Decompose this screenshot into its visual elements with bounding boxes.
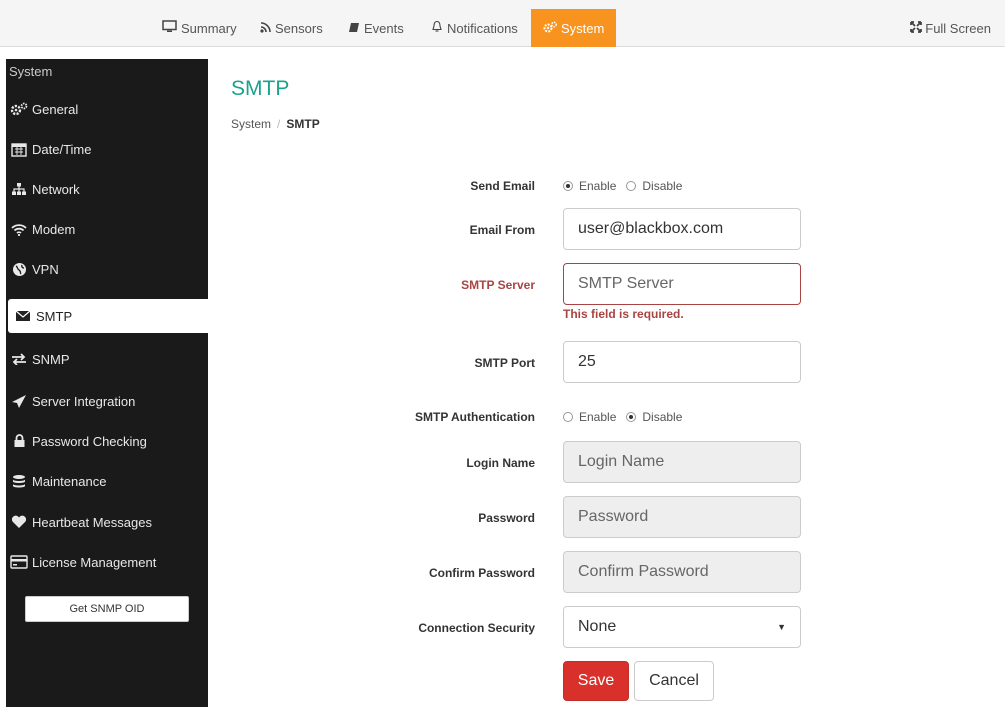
tab-label: Summary [181, 20, 237, 36]
smtp-authentication-radio-group: Enable Disable [563, 410, 692, 424]
expand-icon [910, 20, 923, 36]
send-email-radio-group: Enable Disable [563, 179, 692, 193]
connection-security-select[interactable]: None ▼ [563, 606, 801, 648]
tab-label: Events [364, 20, 404, 36]
sidebar-item-label: VPN [32, 261, 59, 277]
password-label: Password [478, 511, 535, 525]
breadcrumb-current: SMTP [286, 117, 320, 131]
sidebar-item-label: Network [32, 181, 80, 197]
tab-system[interactable]: System [531, 9, 617, 47]
tab-events[interactable]: Events [348, 9, 404, 47]
breadcrumb-parent[interactable]: System [231, 117, 271, 131]
email-from-input[interactable] [563, 208, 801, 250]
radio-label: Enable [579, 179, 617, 193]
top-navbar: Summary Sensors Events Notifications Sys… [0, 0, 1005, 47]
fullscreen-label: Full Screen [925, 20, 991, 36]
sidebar-item-label: SNMP [32, 351, 70, 367]
email-from-label: Email From [469, 223, 535, 237]
confirm-password-label: Confirm Password [428, 566, 535, 580]
breadcrumb: System / SMTP [231, 117, 320, 131]
sidebar-item-heartbeat-messages[interactable]: Heartbeat Messages [6, 505, 208, 539]
smtp-auth-disable-radio[interactable] [626, 412, 637, 422]
sidebar-item-modem[interactable]: Modem [6, 212, 208, 246]
send-email-disable-radio[interactable] [626, 181, 637, 191]
send-email-label: Send Email [470, 179, 535, 193]
sidebar-item-label: Date/Time [32, 141, 92, 157]
globe-icon [9, 262, 29, 277]
sidebar-item-label: General [32, 101, 79, 117]
sidebar-item-label: Maintenance [32, 473, 107, 489]
exchange-icon [9, 353, 29, 365]
caret-down-icon: ▼ [777, 622, 786, 632]
calendar-icon [9, 142, 29, 157]
tab-notifications[interactable]: Notifications [431, 9, 518, 47]
sidebar-item-password-checking[interactable]: Password Checking [6, 424, 208, 458]
sidebar: System General Date/Time Network Modem V… [6, 59, 208, 707]
radio-label: Enable [579, 410, 617, 424]
get-snmp-oid-button[interactable]: Get SNMP OID [25, 596, 189, 622]
connection-security-label: Connection Security [418, 621, 535, 635]
smtp-auth-enable-radio[interactable] [563, 412, 573, 422]
cancel-button[interactable]: Cancel [634, 661, 714, 701]
smtp-server-input[interactable] [563, 263, 801, 305]
sidebar-item-label: SMTP [36, 308, 73, 324]
database-icon [9, 474, 29, 489]
save-button[interactable]: Save [563, 661, 629, 701]
login-name-input[interactable] [563, 441, 801, 483]
password-input[interactable] [563, 496, 801, 538]
sidebar-title: System [9, 64, 53, 79]
credit-card-icon [9, 555, 29, 569]
breadcrumb-separator: / [277, 117, 281, 131]
sidebar-item-general[interactable]: General [6, 92, 208, 126]
smtp-port-label: SMTP Port [474, 356, 535, 370]
sidebar-item-label: License Management [32, 554, 157, 570]
sidebar-item-label: Server Integration [32, 393, 136, 409]
smtp-server-error-text: This field is required. [563, 307, 684, 321]
page-title: SMTP [231, 77, 290, 100]
monitor-icon [162, 20, 177, 36]
sidebar-item-snmp[interactable]: SNMP [6, 342, 208, 376]
sidebar-item-server-integration[interactable]: Server Integration [6, 384, 208, 418]
lock-icon [9, 434, 29, 448]
heart-icon [9, 515, 29, 529]
sidebar-item-label: Modem [32, 221, 76, 237]
tab-label: System [561, 20, 605, 36]
smtp-server-label: SMTP Server [461, 278, 535, 292]
rss-icon [260, 21, 271, 36]
sidebar-item-label: Heartbeat Messages [32, 514, 152, 530]
select-value: None [578, 618, 617, 635]
tab-label: Notifications [447, 20, 518, 36]
cogs-icon [9, 102, 29, 116]
radio-label: Disable [642, 410, 683, 424]
bell-icon [431, 20, 443, 36]
send-email-enable-radio[interactable] [563, 181, 573, 191]
radio-label: Disable [642, 179, 683, 193]
envelope-icon [13, 310, 33, 322]
wifi-icon [9, 223, 29, 236]
tab-sensors[interactable]: Sensors [260, 9, 323, 47]
sidebar-item-network[interactable]: Network [6, 172, 208, 206]
login-name-label: Login Name [466, 456, 535, 470]
tab-label: Sensors [275, 20, 323, 36]
sidebar-item-maintenance[interactable]: Maintenance [6, 464, 208, 498]
tab-summary[interactable]: Summary [162, 9, 237, 47]
paper-plane-icon [9, 394, 29, 409]
sidebar-item-vpn[interactable]: VPN [6, 252, 208, 286]
sidebar-item-label: Password Checking [32, 433, 147, 449]
smtp-port-input[interactable] [563, 341, 801, 383]
book-icon [348, 21, 360, 36]
sidebar-item-datetime[interactable]: Date/Time [6, 132, 208, 166]
confirm-password-input[interactable] [563, 551, 801, 593]
cogs-icon [543, 21, 557, 36]
fullscreen-button[interactable]: Full Screen [910, 9, 991, 47]
sidebar-item-smtp[interactable]: SMTP [8, 299, 208, 333]
sidebar-item-license-management[interactable]: License Management [6, 545, 208, 579]
sitemap-icon [9, 182, 29, 196]
smtp-authentication-label: SMTP Authentication [415, 410, 535, 424]
